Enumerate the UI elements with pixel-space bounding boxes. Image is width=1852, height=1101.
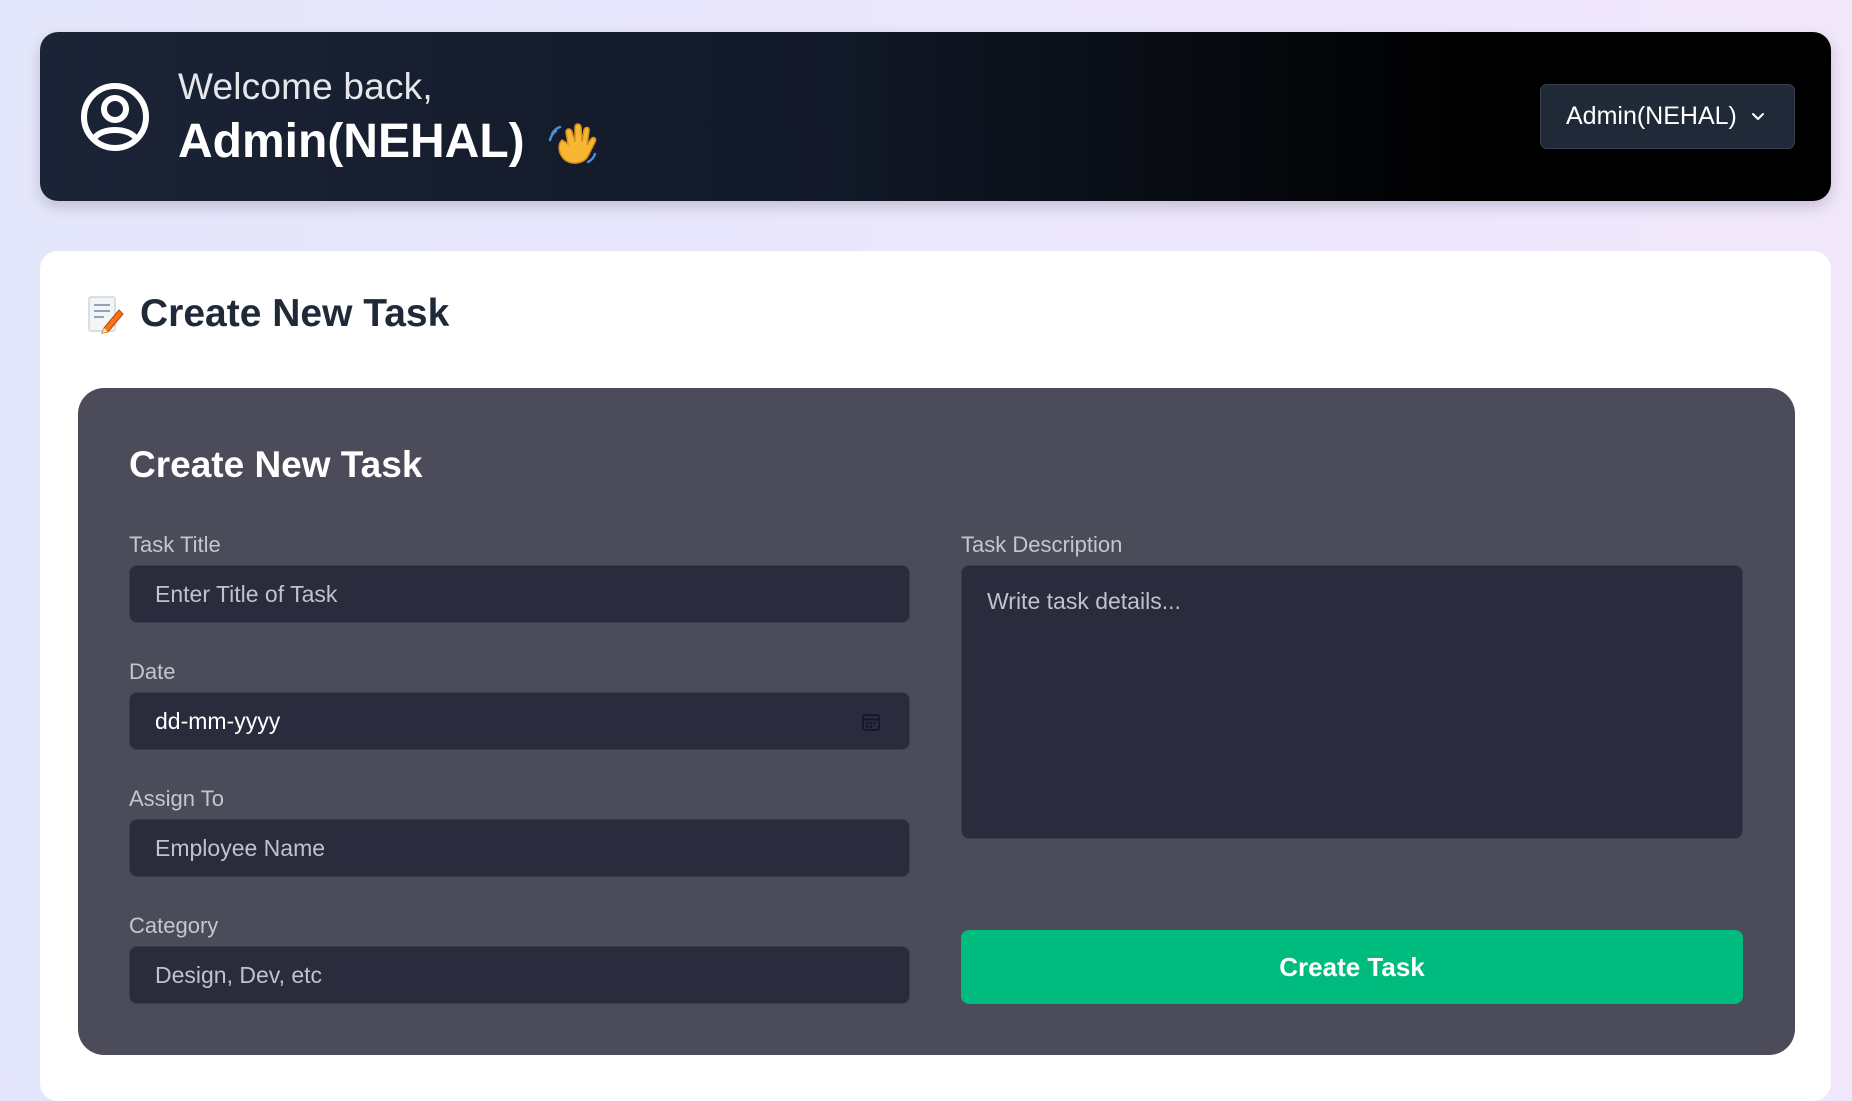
welcome-text: Welcome back, bbox=[178, 66, 433, 107]
task-description-textarea[interactable]: Write task details... bbox=[961, 565, 1743, 839]
calendar-icon[interactable] bbox=[861, 712, 881, 732]
task-title-label: Task Title bbox=[129, 532, 221, 557]
task-title-placeholder: Enter Title of Task bbox=[155, 580, 338, 607]
assign-to-label: Assign To bbox=[129, 786, 224, 811]
form-title: Create New Task bbox=[129, 444, 423, 485]
assign-to-input[interactable]: Employee Name bbox=[129, 819, 910, 877]
waving-hand-icon bbox=[548, 123, 597, 164]
date-placeholder: dd-mm-yyyy bbox=[155, 707, 281, 734]
create-task-button[interactable]: Create Task bbox=[961, 930, 1743, 1004]
date-label: Date bbox=[129, 659, 176, 684]
assign-to-placeholder: Employee Name bbox=[155, 834, 326, 861]
category-label: Category bbox=[129, 913, 219, 938]
task-description-label: Task Description bbox=[961, 532, 1123, 557]
create-task-button-label: Create Task bbox=[1279, 951, 1425, 982]
user-menu-label: Admin(NEHAL) bbox=[1566, 102, 1737, 130]
category-input[interactable]: Design, Dev, etc bbox=[129, 946, 910, 1004]
user-menu-dropdown[interactable]: Admin(NEHAL) bbox=[1540, 84, 1795, 149]
page-title: Create New Task bbox=[140, 292, 450, 335]
admin-name-heading: Admin(NEHAL) bbox=[178, 115, 525, 168]
task-description-placeholder: Write task details... bbox=[987, 588, 1181, 614]
date-input[interactable]: dd-mm-yyyy bbox=[129, 692, 910, 750]
chevron-down-icon bbox=[1752, 113, 1764, 120]
memo-icon bbox=[88, 296, 124, 334]
task-title-input[interactable]: Enter Title of Task bbox=[129, 565, 910, 623]
category-placeholder: Design, Dev, etc bbox=[155, 961, 323, 988]
user-circle-icon bbox=[81, 83, 149, 151]
